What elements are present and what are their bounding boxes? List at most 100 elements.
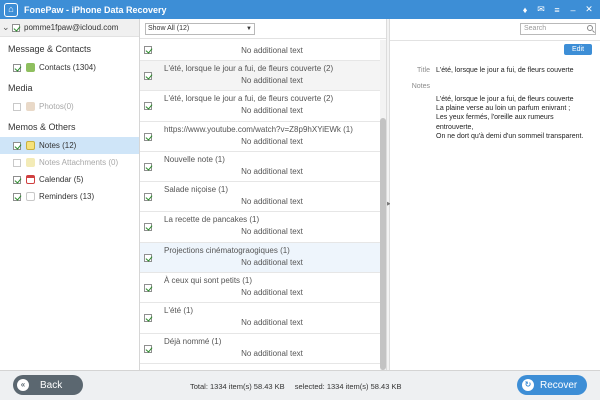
list-item[interactable]: L'été, lorsque le jour a fui, de fleurs …	[140, 61, 380, 92]
list-item[interactable]: L'été, lorsque le jour a fui, de fleurs …	[140, 91, 380, 122]
photos-checkbox[interactable]	[13, 102, 21, 111]
sidebar-item-notes[interactable]: Notes (12)	[0, 137, 139, 154]
contacts-icon	[26, 63, 35, 72]
divider	[390, 40, 600, 41]
sidebar-item-label: Notes Attachments (0)	[39, 158, 119, 167]
diamond-icon[interactable]: ♦	[518, 5, 532, 15]
recover-label: Recover	[540, 379, 578, 391]
back-label: Back	[40, 379, 63, 391]
row-subtitle: No additional text	[241, 257, 303, 267]
row-subtitle: No additional text	[241, 197, 303, 207]
title-bar: ⌂ FonePaw - iPhone Data Recovery ♦ ✉ ≡ –…	[0, 0, 600, 19]
show-filter-dropdown[interactable]: Show All (12) ▼	[145, 22, 255, 35]
total-status: Total: 1334 item(s) 58.43 KB	[190, 382, 285, 391]
row-title: Salade niçoise (1)	[164, 185, 229, 195]
selected-status: selected: 1334 item(s) 58.43 KB	[294, 382, 402, 391]
recover-icon: ↻	[522, 379, 534, 391]
list-item[interactable]: Projections cinématograogiques (1) No ad…	[140, 242, 380, 274]
row-checkbox[interactable]	[144, 314, 152, 323]
row-subtitle: No additional text	[241, 227, 303, 237]
list-item[interactable]: L'été (1) No additional text	[140, 303, 380, 334]
list-item[interactable]: Nouvelle note (1) No additional text	[140, 152, 380, 183]
list-item[interactable]: À ceux qui sont petits (1) No additional…	[140, 273, 380, 304]
notes-list: No additional text L'été, lorsque le jou…	[140, 40, 380, 364]
search-icon[interactable]	[587, 25, 593, 31]
search-input[interactable]: Search	[520, 23, 596, 35]
row-checkbox[interactable]	[144, 102, 152, 111]
row-checkbox[interactable]	[144, 193, 152, 202]
message-icon[interactable]: ✉	[534, 4, 548, 15]
row-title: https://www.youtube.com/watch?v=Z8p9hXYi…	[164, 124, 353, 134]
notes-checkbox[interactable]	[13, 141, 21, 150]
status-text: Total: 1334 item(s) 58.43 KB selected: 1…	[190, 382, 409, 391]
recover-button[interactable]: ↻ Recover	[517, 375, 587, 395]
attachments-checkbox[interactable]	[13, 158, 21, 167]
calendar-icon	[26, 175, 35, 184]
notes-label: Notes	[411, 83, 430, 90]
list-item[interactable]: Salade niçoise (1) No additional text	[140, 182, 380, 213]
footer-bar: « Back Total: 1334 item(s) 58.43 KB sele…	[0, 370, 600, 400]
list-item[interactable]: https://www.youtube.com/watch?v=Z8p9hXYi…	[140, 122, 380, 152]
sidebar-item-reminders[interactable]: Reminders (13)	[0, 188, 139, 205]
row-subtitle: No additional text	[241, 76, 303, 85]
row-title: Déjà nommé (1)	[164, 336, 222, 346]
sidebar-item-notes-attachments[interactable]: Notes Attachments (0)	[0, 154, 139, 171]
sidebar-item-contacts[interactable]: Contacts (1304)	[0, 59, 139, 76]
row-subtitle: No additional text	[241, 348, 303, 358]
row-subtitle: No additional text	[241, 166, 303, 176]
row-title: L'été, lorsque le jour a fui, de fleurs …	[164, 64, 334, 73]
row-checkbox[interactable]	[144, 253, 152, 262]
row-checkbox[interactable]	[144, 132, 152, 141]
title-label: Title	[417, 67, 430, 74]
back-arrow-icon: «	[17, 379, 29, 391]
row-subtitle: No additional text	[241, 288, 303, 298]
notes-icon	[26, 141, 35, 150]
row-checkbox[interactable]	[144, 284, 152, 293]
minimize-icon[interactable]: –	[566, 5, 580, 15]
account-label: pomme1fpaw@icloud.com	[24, 23, 119, 32]
row-checkbox[interactable]	[144, 223, 152, 232]
row-subtitle: No additional text	[241, 46, 303, 55]
sidebar-item-photos[interactable]: Photos(0)	[0, 98, 139, 115]
filter-value: Show All (12)	[148, 24, 190, 32]
filter-bar: Show All (12) ▼	[140, 19, 386, 39]
row-subtitle: No additional text	[241, 136, 303, 146]
window-controls: ♦ ✉ ≡ – ✕	[516, 0, 596, 19]
row-title: Nouvelle note (1)	[164, 154, 225, 164]
chevron-down-icon[interactable]: ⌄	[2, 22, 10, 33]
attachments-icon	[26, 158, 35, 167]
list-item[interactable]: La recette de pancakes (1) No additional…	[140, 212, 380, 243]
list-item[interactable]: No additional text	[140, 40, 380, 61]
sidebar-item-calendar[interactable]: Calendar (5)	[0, 171, 139, 188]
notes-text: L'été, lorsque le jour a fui, de fleurs …	[436, 96, 584, 140]
app-title: FonePaw - iPhone Data Recovery	[24, 4, 167, 15]
row-checkbox[interactable]	[144, 344, 152, 353]
account-row[interactable]: ⌄ pomme1fpaw@icloud.com	[0, 19, 139, 37]
section-header-messages: Message & Contacts	[8, 44, 92, 54]
section-header-media: Media	[8, 83, 33, 93]
close-icon[interactable]: ✕	[582, 4, 596, 15]
row-subtitle: No additional text	[241, 318, 303, 328]
row-checkbox[interactable]	[144, 72, 152, 80]
search-placeholder: Search	[524, 25, 547, 32]
sidebar: ⌄ pomme1fpaw@icloud.com Message & Contac…	[0, 19, 140, 370]
back-button[interactable]: « Back	[13, 375, 83, 395]
section-header-memos: Memos & Others	[8, 122, 76, 132]
edit-button[interactable]: Edit	[564, 44, 592, 55]
reminders-icon	[26, 192, 35, 201]
contacts-checkbox[interactable]	[13, 63, 21, 72]
photos-icon	[26, 102, 35, 111]
app-logo-icon: ⌂	[4, 2, 18, 17]
calendar-checkbox[interactable]	[13, 175, 21, 184]
menu-icon[interactable]: ≡	[550, 5, 564, 15]
chevron-down-icon: ▼	[246, 25, 252, 32]
reminders-checkbox[interactable]	[13, 192, 21, 201]
account-checkbox[interactable]	[12, 23, 20, 32]
row-checkbox[interactable]	[144, 162, 152, 171]
title-value: L'été, lorsque le jour a fui, de fleurs …	[436, 67, 574, 74]
row-title: À ceux qui sont petits (1)	[164, 276, 253, 286]
row-checkbox[interactable]	[144, 46, 152, 54]
list-item[interactable]: Déjà nommé (1) No additional text	[140, 334, 380, 364]
sidebar-item-label: Reminders (13)	[39, 192, 95, 201]
sidebar-item-label: Photos(0)	[39, 102, 74, 111]
